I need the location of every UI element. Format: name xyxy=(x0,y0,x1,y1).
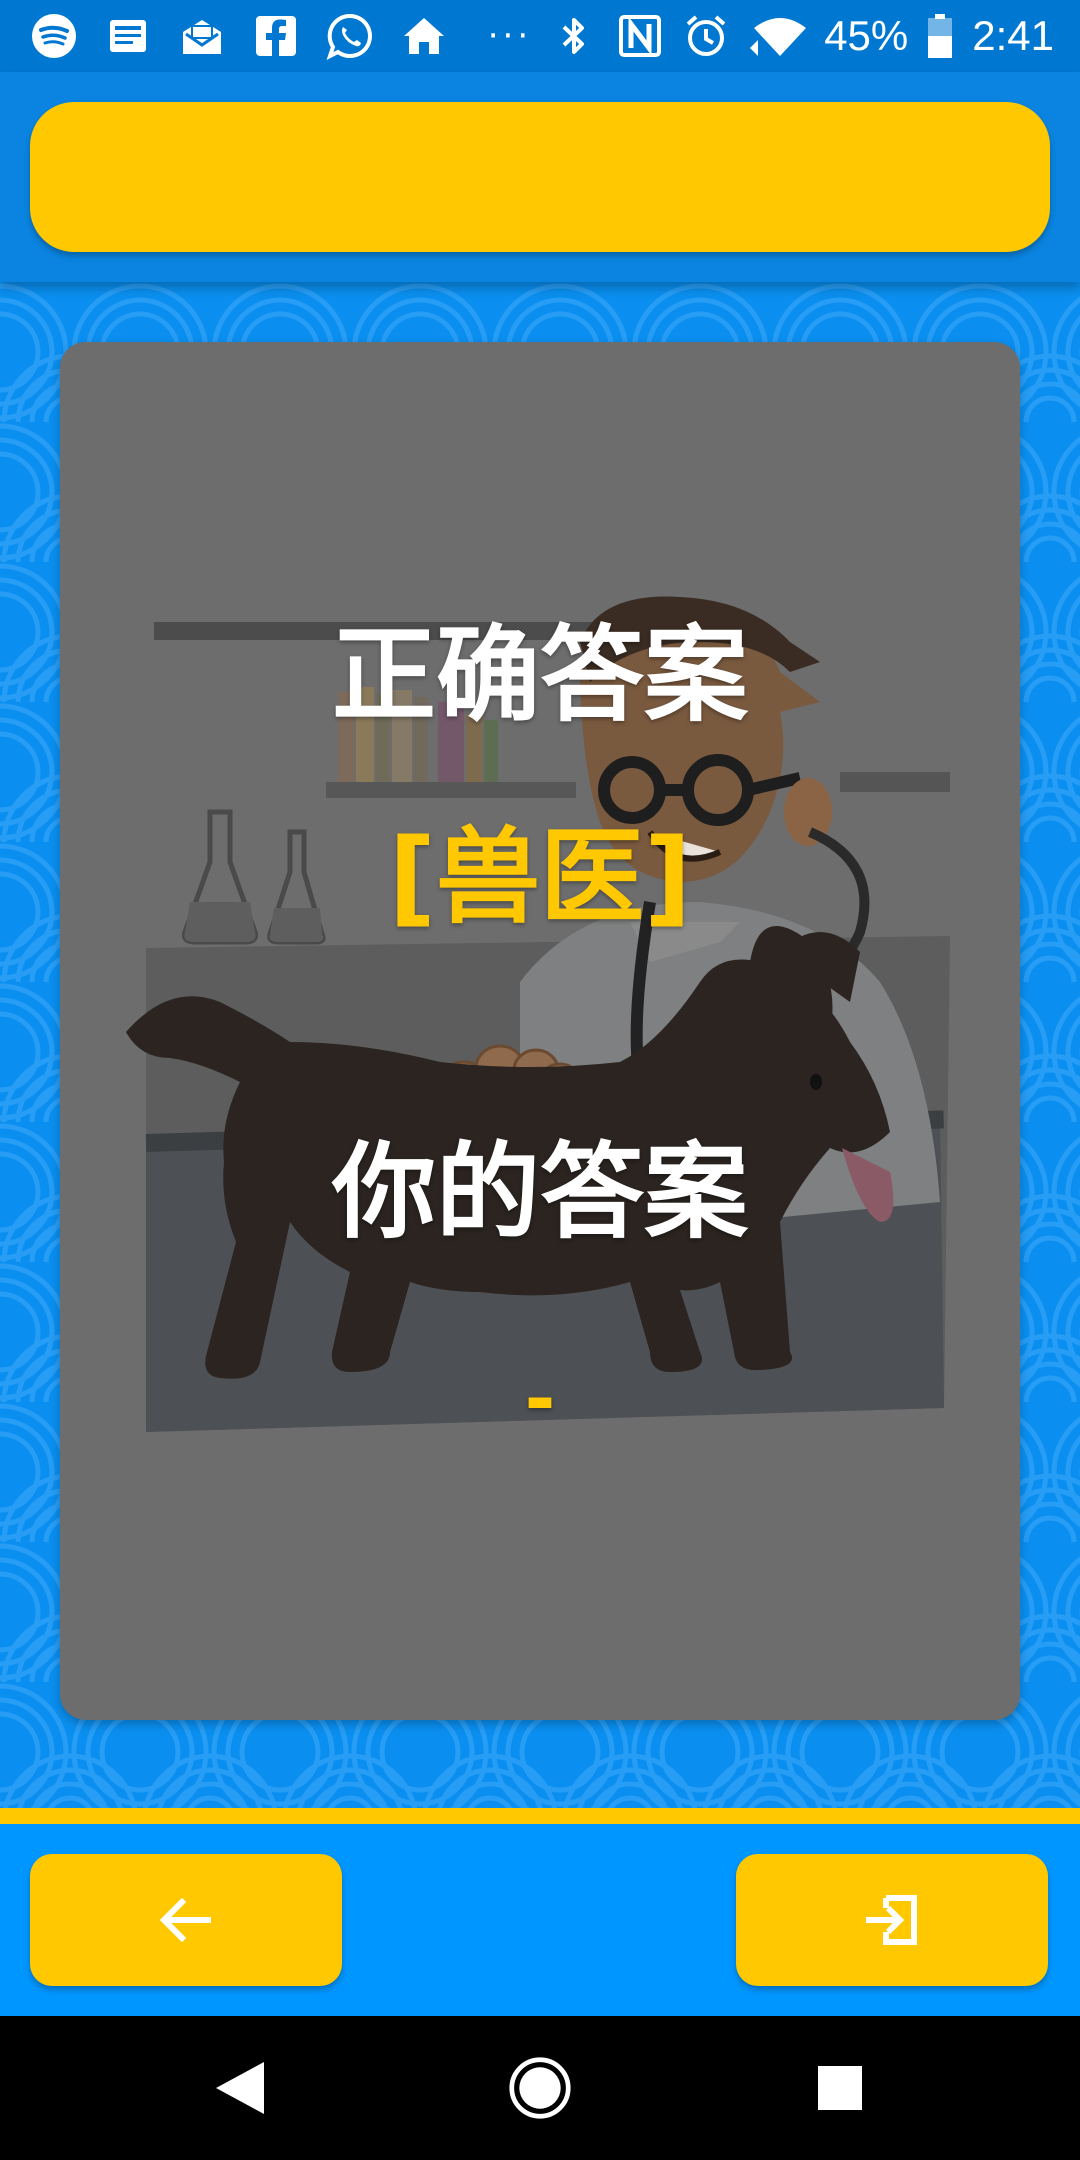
alarm-icon xyxy=(686,15,726,56)
notification-icons xyxy=(30,8,448,64)
recents-square-icon xyxy=(818,2066,862,2110)
overflow-dots: ··· xyxy=(487,16,533,56)
spotify-icon xyxy=(32,14,76,58)
facebook-icon xyxy=(256,16,296,56)
clock: 2:41 xyxy=(972,12,1054,59)
title-banner xyxy=(30,102,1050,252)
mail-icon xyxy=(183,20,221,54)
nfc-icon xyxy=(619,15,662,57)
correct-answer-value: [兽医] xyxy=(388,816,692,938)
your-answer-value: - xyxy=(524,1356,556,1442)
app-bar xyxy=(0,72,1080,282)
system-back-button[interactable] xyxy=(208,2056,272,2120)
result-card: 正确答案 [兽医] 你的答案 - xyxy=(60,342,1020,1720)
your-answer-label: 你的答案 xyxy=(331,1131,748,1253)
news-icon xyxy=(110,20,146,52)
status-bar: ··· 45% 2:41 xyxy=(0,0,1080,72)
bottom-divider xyxy=(0,1808,1080,1824)
battery-icon xyxy=(928,14,953,58)
exit-button[interactable] xyxy=(736,1854,1048,1986)
arrow-left-icon xyxy=(159,1897,211,1943)
system-status: ··· 45% 2:41 xyxy=(488,8,1054,64)
home-icon xyxy=(404,18,444,54)
battery-percent: 45% xyxy=(824,12,909,59)
bluetooth-icon xyxy=(562,18,585,54)
wifi-icon xyxy=(750,18,807,56)
veterinarian-illustration xyxy=(60,342,1020,1720)
back-triangle-icon xyxy=(216,2062,264,2114)
exit-icon xyxy=(866,1895,917,1945)
system-recents-button[interactable] xyxy=(808,2056,872,2120)
quiz-result-screen: ··· 45% 2:41 正确答案 [兽医] 你的答案 - xyxy=(0,0,1080,2160)
system-home-button[interactable] xyxy=(508,2056,572,2120)
bottom-bar xyxy=(0,1824,1080,2016)
whatsapp-icon xyxy=(326,13,372,60)
correct-answer-label: 正确答案 xyxy=(331,614,748,736)
home-circle-icon xyxy=(509,2057,571,2119)
back-button[interactable] xyxy=(30,1854,342,1986)
system-nav-bar xyxy=(0,2016,1080,2160)
